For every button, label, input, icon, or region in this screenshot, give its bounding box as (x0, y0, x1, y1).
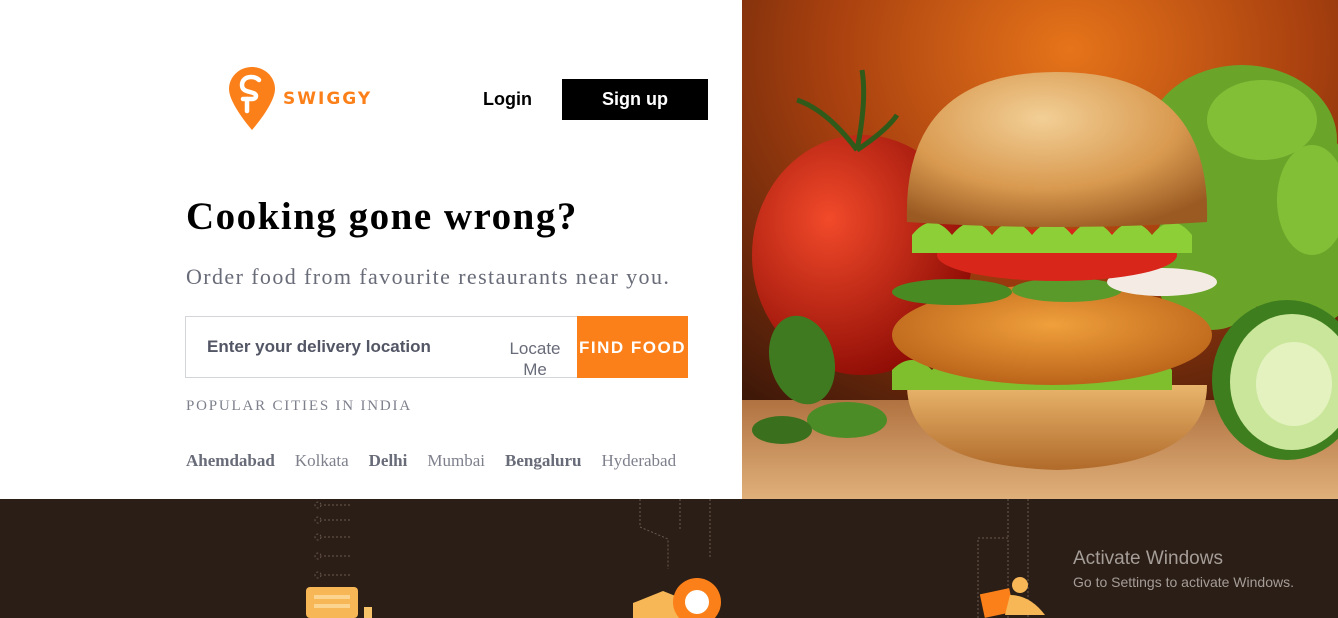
popular-cities-list: Ahemdabad Kolkata Delhi Mumbai Bengaluru… (186, 451, 676, 471)
landing-left-panel: SWIGGY Login Sign up Cooking gone wrong?… (0, 0, 742, 499)
hero-subtitle: Order food from favourite restaurants ne… (186, 264, 671, 289)
city-link-mumbai[interactable]: Mumbai (427, 451, 485, 471)
city-link-hyderabad[interactable]: Hyderabad (602, 451, 677, 471)
brand-name: SWIGGY (283, 88, 373, 109)
burger-illustration (742, 0, 1338, 499)
popular-cities-title: POPULAR CITIES IN INDIA (186, 398, 412, 414)
city-link-bengaluru[interactable]: Bengaluru (505, 451, 582, 471)
delivery-scooter-icon (977, 499, 1045, 618)
delivery-location-input[interactable] (186, 317, 486, 377)
hero-title: Cooking gone wrong? (186, 195, 578, 238)
activate-windows-watermark: Activate Windows Go to Settings to activ… (1073, 548, 1294, 590)
burger-hero-image (742, 0, 1338, 499)
find-food-button[interactable]: FIND FOOD (577, 316, 688, 378)
swiggy-logo[interactable]: SWIGGY (229, 67, 372, 130)
food-box-pin-icon (633, 499, 721, 618)
signup-button[interactable]: Sign up (562, 79, 708, 120)
swiggy-pin-icon (229, 67, 275, 130)
city-link-kolkata[interactable]: Kolkata (295, 451, 349, 471)
location-search-box: Locate Me (185, 316, 577, 380)
login-link[interactable]: Login (483, 89, 532, 110)
locate-me-button[interactable]: Locate Me (502, 338, 568, 380)
watermark-title: Activate Windows (1073, 548, 1223, 569)
city-link-delhi[interactable]: Delhi (369, 451, 408, 471)
city-link-ahemdabad[interactable]: Ahemdabad (186, 451, 275, 471)
order-menu-icon (306, 501, 372, 618)
watermark-subtitle: Go to Settings to activate Windows. (1073, 574, 1294, 590)
